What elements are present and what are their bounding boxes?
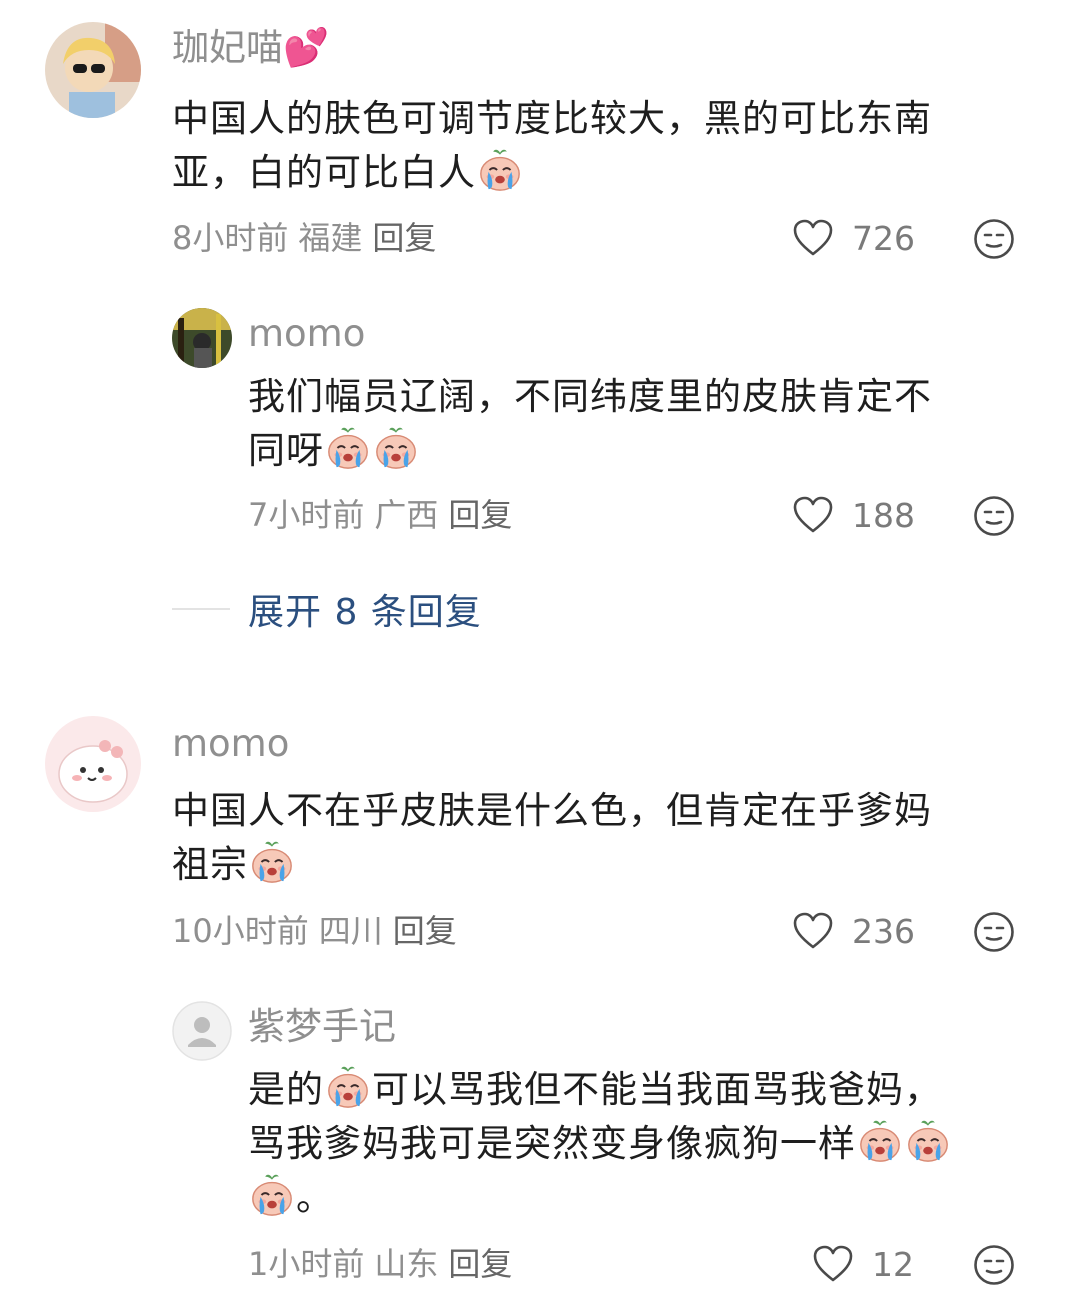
comment-item: momo 中国人不在乎皮肤是什么色，但肯定在乎爹妈 祖宗 10小时前 四川 回复 2… bbox=[0, 700, 1079, 980]
avatar[interactable] bbox=[45, 22, 141, 118]
location: 福建 bbox=[298, 219, 363, 257]
reply-button[interactable]: 回复 bbox=[448, 496, 512, 534]
crying-face-emoji bbox=[905, 1118, 951, 1164]
avatar[interactable] bbox=[172, 1001, 232, 1061]
comment-meta: 10小时前 四川 回复 bbox=[172, 911, 467, 951]
meh-face-icon bbox=[973, 495, 1015, 537]
default-user-icon bbox=[172, 1001, 232, 1061]
reply-item: momo 我们幅员辽阔，不同纬度里的皮肤肯定不 同呀 7小时前 广西 回复 188 bbox=[0, 300, 1079, 560]
avatar[interactable] bbox=[45, 716, 141, 812]
dislike-button[interactable] bbox=[973, 911, 1015, 953]
username[interactable]: 珈妃喵💕 bbox=[172, 26, 329, 70]
heart-outline-icon bbox=[792, 218, 834, 258]
heart-outline-icon bbox=[792, 911, 834, 951]
expand-replies-label: 展开 8 条回复 bbox=[248, 592, 482, 633]
comment-meta: 1小时前 山东 回复 bbox=[248, 1244, 522, 1284]
like-button[interactable]: 188 bbox=[792, 491, 915, 539]
heart-outline-icon bbox=[812, 1244, 854, 1284]
timestamp: 7小时前 bbox=[248, 496, 365, 534]
reply-item: 紫梦手记 是的 可以骂我但不能当我面骂我爸妈， 骂我爹妈我可是突然变身像疯狗一样 … bbox=[0, 995, 1079, 1300]
meh-face-icon bbox=[973, 218, 1015, 260]
divider-line bbox=[172, 608, 230, 610]
location: 四川 bbox=[318, 912, 383, 950]
avatar[interactable] bbox=[172, 308, 232, 368]
reply-button[interactable]: 回复 bbox=[448, 1245, 512, 1283]
comment-text: 中国人不在乎皮肤是什么色，但肯定在乎爹妈 祖宗 bbox=[172, 789, 932, 886]
crying-face-emoji bbox=[373, 425, 419, 471]
comment-text: 是的 可以骂我但不能当我面骂我爸妈， 骂我爹妈我可是突然变身像疯狗一样 。 bbox=[248, 1063, 952, 1225]
reply-button[interactable]: 回复 bbox=[372, 219, 436, 257]
heart-emoji: 💕 bbox=[283, 26, 330, 69]
username[interactable]: 紫梦手记 bbox=[248, 1005, 396, 1049]
comment-item: 珈妃喵💕 中国人的肤色可调节度比较大，黑的可比东南 亚，白的可比白人 8小时前福… bbox=[0, 0, 1079, 280]
crying-face-emoji bbox=[857, 1118, 903, 1164]
crying-face-emoji bbox=[325, 425, 371, 471]
comment-text: 中国人的肤色可调节度比较大，黑的可比东南 亚，白的可比白人 bbox=[172, 97, 932, 194]
crying-face-emoji bbox=[325, 1064, 371, 1110]
username[interactable]: momo bbox=[172, 722, 289, 766]
timestamp: 1小时前 bbox=[248, 1245, 365, 1283]
like-button[interactable]: 12 bbox=[812, 1240, 914, 1288]
like-count: 726 bbox=[852, 218, 915, 258]
timestamp: 8小时前 bbox=[172, 219, 289, 257]
meh-face-icon bbox=[973, 1244, 1015, 1286]
like-count: 12 bbox=[872, 1244, 914, 1284]
timestamp: 10小时前 bbox=[172, 912, 309, 950]
comment-text: 我们幅员辽阔，不同纬度里的皮肤肯定不 同呀 bbox=[248, 375, 932, 472]
like-count: 236 bbox=[852, 911, 915, 951]
username[interactable]: momo bbox=[248, 312, 365, 356]
crying-face-emoji bbox=[477, 147, 523, 193]
reply-button[interactable]: 回复 bbox=[393, 912, 457, 950]
expand-replies-button[interactable]: 展开 8 条回复 bbox=[172, 585, 482, 633]
crying-face-emoji bbox=[249, 839, 295, 885]
like-button[interactable]: 236 bbox=[792, 907, 915, 955]
like-button[interactable]: 726 bbox=[792, 214, 915, 262]
location: 山东 bbox=[374, 1245, 439, 1283]
dislike-button[interactable] bbox=[973, 1244, 1015, 1286]
like-count: 188 bbox=[852, 495, 915, 535]
dislike-button[interactable] bbox=[973, 495, 1015, 537]
comment-meta: 7小时前 广西 回复 bbox=[248, 495, 522, 535]
heart-outline-icon bbox=[792, 495, 834, 535]
dislike-button[interactable] bbox=[973, 218, 1015, 260]
location: 广西 bbox=[374, 496, 439, 534]
comment-meta: 8小时前 福建 回复 bbox=[172, 218, 446, 258]
crying-face-emoji bbox=[249, 1172, 295, 1218]
meh-face-icon bbox=[973, 911, 1015, 953]
